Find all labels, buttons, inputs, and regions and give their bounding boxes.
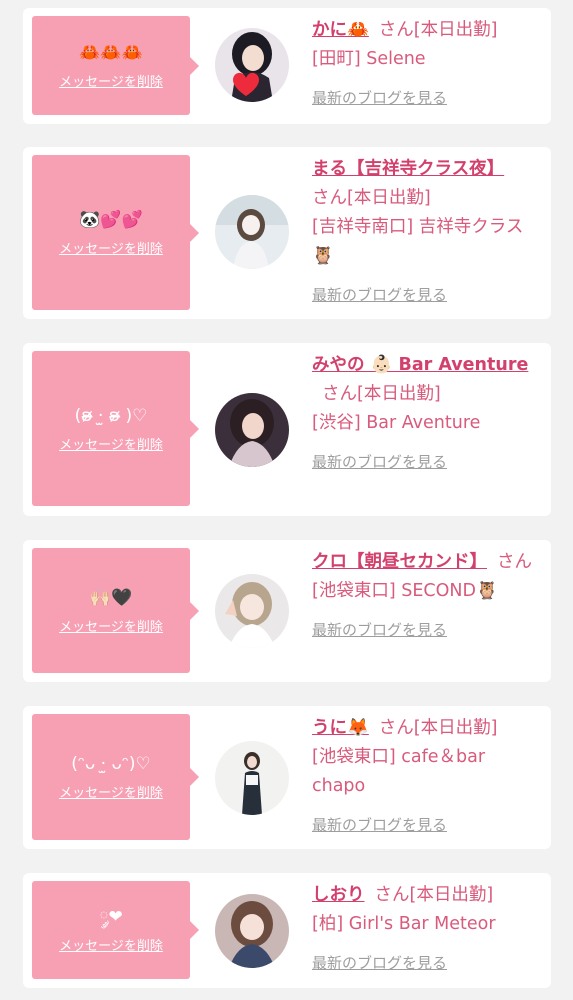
cast-info: しおり さん[本日出勤] [柏] Girl's Bar Meteor 最新のブログ… — [312, 881, 543, 978]
latest-blog-link[interactable]: 最新のブログを見る — [312, 281, 543, 310]
message-bubble: 🐼💕💕 メッセージを削除 — [32, 155, 199, 310]
shop-name: [池袋東口] cafe＆bar chapo — [312, 747, 486, 796]
cast-status: さん[本日出勤] — [312, 188, 431, 208]
message-text: 🙌🏻🖤 — [89, 587, 133, 608]
message-bubble: 🙌🏻🖤 メッセージを削除 — [32, 548, 199, 673]
avatar[interactable] — [215, 195, 289, 269]
cast-name-link[interactable]: クロ【朝昼セカンド】 — [312, 552, 487, 572]
shop-name: [吉祥寺南口] 吉祥寺クラス🦉 — [312, 217, 524, 266]
latest-blog-link[interactable]: 最新のブログを見る — [312, 84, 543, 113]
cast-info: かに🦀 さん[本日出勤] [田町] Selene 最新のブログを見る — [312, 16, 543, 113]
message-text: (ʚ̴̶̷̷ ·̫ ʚ̴̶̷̷ )♡ — [74, 405, 148, 426]
cast-name-link[interactable]: みやの 👶🏻 Bar Aventure — [312, 355, 528, 375]
message-bubble: (ʚ̴̶̷̷ ·̫ ʚ̴̶̷̷ )♡ メッセージを削除 — [32, 351, 199, 506]
cast-status: さん[本日出勤] — [322, 384, 441, 404]
message-card: 🐼💕💕 メッセージを削除 まる【吉祥寺クラス夜】 さん[本日出勤] [吉祥寺南口… — [23, 147, 551, 319]
message-text: ༘❤︎ — [99, 907, 123, 927]
cast-info: みやの 👶🏻 Bar Aventure さん[本日出勤] [渋谷] Bar Ave… — [312, 351, 543, 477]
avatar[interactable] — [215, 28, 289, 102]
delete-message-link[interactable]: メッセージを削除 — [59, 935, 163, 954]
delete-message-link[interactable]: メッセージを削除 — [59, 782, 163, 801]
message-text: 🐼💕💕 — [79, 209, 143, 230]
cast-status: さん — [497, 552, 532, 572]
cast-info: うに🦊 さん[本日出勤] [池袋東口] cafe＆bar chapo 最新のブログ… — [312, 714, 543, 840]
shop-name: [田町] Selene — [312, 49, 426, 69]
message-bubble: 🦀🦀🦀 メッセージを削除 — [32, 16, 199, 115]
avatar[interactable] — [215, 393, 289, 467]
delete-message-link[interactable]: メッセージを削除 — [59, 434, 163, 453]
shop-name: [池袋東口] SECOND🦉 — [312, 581, 498, 601]
message-card: 🙌🏻🖤 メッセージを削除 クロ【朝昼セカンド】 さん [池袋東口] SECOND🦉… — [23, 540, 551, 682]
avatar[interactable] — [215, 741, 289, 815]
delete-message-link[interactable]: メッセージを削除 — [59, 238, 163, 257]
cast-status: さん[本日出勤] — [378, 20, 498, 40]
message-text: (ᵔᴗ ·̫ ᴗᵔ)♡ — [71, 754, 151, 774]
latest-blog-link[interactable]: 最新のブログを見る — [312, 448, 543, 477]
delete-message-link[interactable]: メッセージを削除 — [59, 71, 163, 90]
latest-blog-link[interactable]: 最新のブログを見る — [312, 811, 543, 840]
cast-name-link[interactable]: かに🦀 — [312, 20, 369, 40]
cast-info: まる【吉祥寺クラス夜】 さん[本日出勤] [吉祥寺南口] 吉祥寺クラス🦉 最新の… — [312, 155, 543, 310]
delete-message-link[interactable]: メッセージを削除 — [59, 616, 163, 635]
message-card: 🦀🦀🦀 メッセージを削除 かに🦀 さん[本日出勤] [田町] Selene 最新の… — [23, 8, 551, 124]
cast-name-link[interactable]: しおり — [312, 885, 365, 905]
message-bubble: (ᵔᴗ ·̫ ᴗᵔ)♡ メッセージを削除 — [32, 714, 199, 840]
message-card: (ᵔᴗ ·̫ ᴗᵔ)♡ メッセージを削除 うに🦊 さん[本日出勤] [池袋東口] … — [23, 706, 551, 849]
cast-status: さん[本日出勤] — [378, 718, 498, 738]
shop-name: [渋谷] Bar Aventure — [312, 413, 481, 433]
message-bubble: ༘❤︎ メッセージを削除 — [32, 881, 199, 979]
cast-name-link[interactable]: まる【吉祥寺クラス夜】 — [312, 159, 504, 179]
latest-blog-link[interactable]: 最新のブログを見る — [312, 949, 543, 978]
message-card: (ʚ̴̶̷̷ ·̫ ʚ̴̶̷̷ )♡ メッセージを削除 みやの 👶🏻 Bar A… — [23, 343, 551, 516]
cast-info: クロ【朝昼セカンド】 さん [池袋東口] SECOND🦉 最新のブログを見る — [312, 548, 543, 645]
avatar[interactable] — [215, 894, 289, 968]
message-card: ༘❤︎ メッセージを削除 しおり さん[本日出勤] [柏] Girl's Bar … — [23, 873, 551, 988]
message-list: 🦀🦀🦀 メッセージを削除 かに🦀 さん[本日出勤] [田町] Selene 最新の… — [0, 0, 573, 1000]
cast-name-link[interactable]: うに🦊 — [312, 718, 369, 738]
cast-status: さん[本日出勤] — [374, 885, 494, 905]
latest-blog-link[interactable]: 最新のブログを見る — [312, 616, 543, 645]
shop-name: [柏] Girl's Bar Meteor — [312, 914, 496, 934]
message-text: 🦀🦀🦀 — [79, 42, 143, 63]
avatar[interactable] — [215, 574, 289, 648]
